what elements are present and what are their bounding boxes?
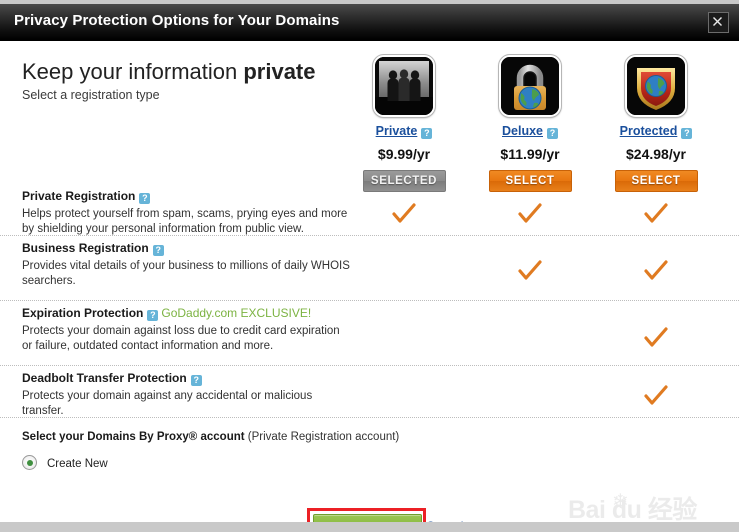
radio-create-new-label: Create New <box>47 458 108 470</box>
feature-description-1: Helps protect yourself from spam, scams,… <box>22 208 348 235</box>
page-title: Keep your information private <box>22 59 316 85</box>
account-section-label: Select your Domains By Proxy® account (P… <box>22 431 399 443</box>
dialog-body: Keep your information private Select a r… <box>0 41 739 532</box>
feature-description-2: Provides vital details of your business … <box>22 260 350 287</box>
help-icon-feature-2[interactable]: ? <box>152 245 164 256</box>
help-icon-protected[interactable]: ? <box>681 128 693 139</box>
help-icon-feature-1[interactable]: ? <box>139 193 151 204</box>
plan-name-row-private: Private? <box>344 124 464 139</box>
table-row: Private Registration? Helps protect your… <box>0 183 739 236</box>
feature-title-expiration-protection: Expiration Protection? GoDaddy.com EXCLUS… <box>22 306 311 321</box>
feature-title-deadbolt-transfer-protection: Deadbolt Transfer Protection? <box>22 371 202 386</box>
plan-name-protected[interactable]: Protected <box>620 124 678 138</box>
checkmark-protected-1 <box>642 203 670 225</box>
feature-title-private-registration: Private Registration? <box>22 189 151 204</box>
plan-name-row-protected: Protected? <box>596 124 716 139</box>
account-label-bold: Select your Domains By Proxy® account <box>22 431 245 443</box>
checkmark-protected-4 <box>642 385 670 407</box>
paw-icon: ❄ <box>612 491 629 513</box>
dialog-titlebar: Privacy Protection Options for Your Doma… <box>0 4 739 41</box>
privacy-protection-dialog: Privacy Protection Options for Your Doma… <box>0 0 739 532</box>
page-subtitle: Select a registration type <box>22 88 160 102</box>
dialog-title: Privacy Protection Options for Your Doma… <box>14 12 340 29</box>
help-icon-feature-4[interactable]: ? <box>190 375 202 386</box>
watermark-main-text: Bai du 经验 <box>568 496 697 524</box>
feature-description-3: Protects your domain against loss due to… <box>22 325 340 352</box>
feature-title-text: Business Registration <box>22 241 149 255</box>
plan-name-row-deluxe: Deluxe? <box>470 124 590 139</box>
feature-title-business-registration: Business Registration? <box>22 241 164 256</box>
feature-title-text: Expiration Protection <box>22 306 144 320</box>
exclusive-badge: GoDaddy.com EXCLUSIVE! <box>161 306 312 320</box>
help-icon-deluxe[interactable]: ? <box>547 128 558 139</box>
radio-button-icon[interactable] <box>22 455 37 470</box>
help-icon-feature-3[interactable]: ? <box>147 310 159 321</box>
plan-column-private: Private? $9.99/yr SELECTED <box>344 55 464 192</box>
bottom-edge-strip <box>0 522 739 532</box>
radio-create-new[interactable]: Create New <box>22 455 108 470</box>
table-row: Expiration Protection? GoDaddy.com EXCLUS… <box>0 300 739 366</box>
plan-price-private: $9.99/yr <box>377 146 431 162</box>
checkmark-protected-3 <box>642 327 670 349</box>
plan-price-deluxe: $11.99/yr <box>500 146 560 162</box>
feature-title-text: Private Registration <box>22 189 136 203</box>
padlock-globe-icon <box>499 55 561 117</box>
page-title-emphasis: private <box>243 59 316 84</box>
table-row: Business Registration? Provides vital de… <box>0 235 739 301</box>
people-silhouette-icon <box>373 55 435 117</box>
feature-title-text: Deadbolt Transfer Protection <box>22 371 187 385</box>
plan-name-private[interactable]: Private <box>376 124 418 138</box>
checkmark-protected-2 <box>642 260 670 282</box>
plan-price-protected: $24.98/yr <box>626 146 686 162</box>
shield-globe-icon <box>625 55 687 117</box>
checkmark-deluxe-1 <box>516 203 544 225</box>
plan-name-deluxe[interactable]: Deluxe <box>502 124 543 138</box>
plan-column-protected: Protected? $24.98/yr SELECT <box>596 55 716 192</box>
table-row: Deadbolt Transfer Protection? Protects y… <box>0 365 739 418</box>
checkmark-deluxe-2 <box>516 260 544 282</box>
plan-column-deluxe: Deluxe? $11.99/yr SELECT <box>470 55 590 192</box>
close-icon[interactable] <box>708 12 729 33</box>
help-icon-private[interactable]: ? <box>421 128 433 139</box>
page-title-lead: Keep your information <box>22 59 244 84</box>
checkmark-private-1 <box>390 203 418 225</box>
feature-description-4: Protects your domain against any acciden… <box>22 390 313 417</box>
account-label-normal: (Private Registration account) <box>244 431 400 443</box>
